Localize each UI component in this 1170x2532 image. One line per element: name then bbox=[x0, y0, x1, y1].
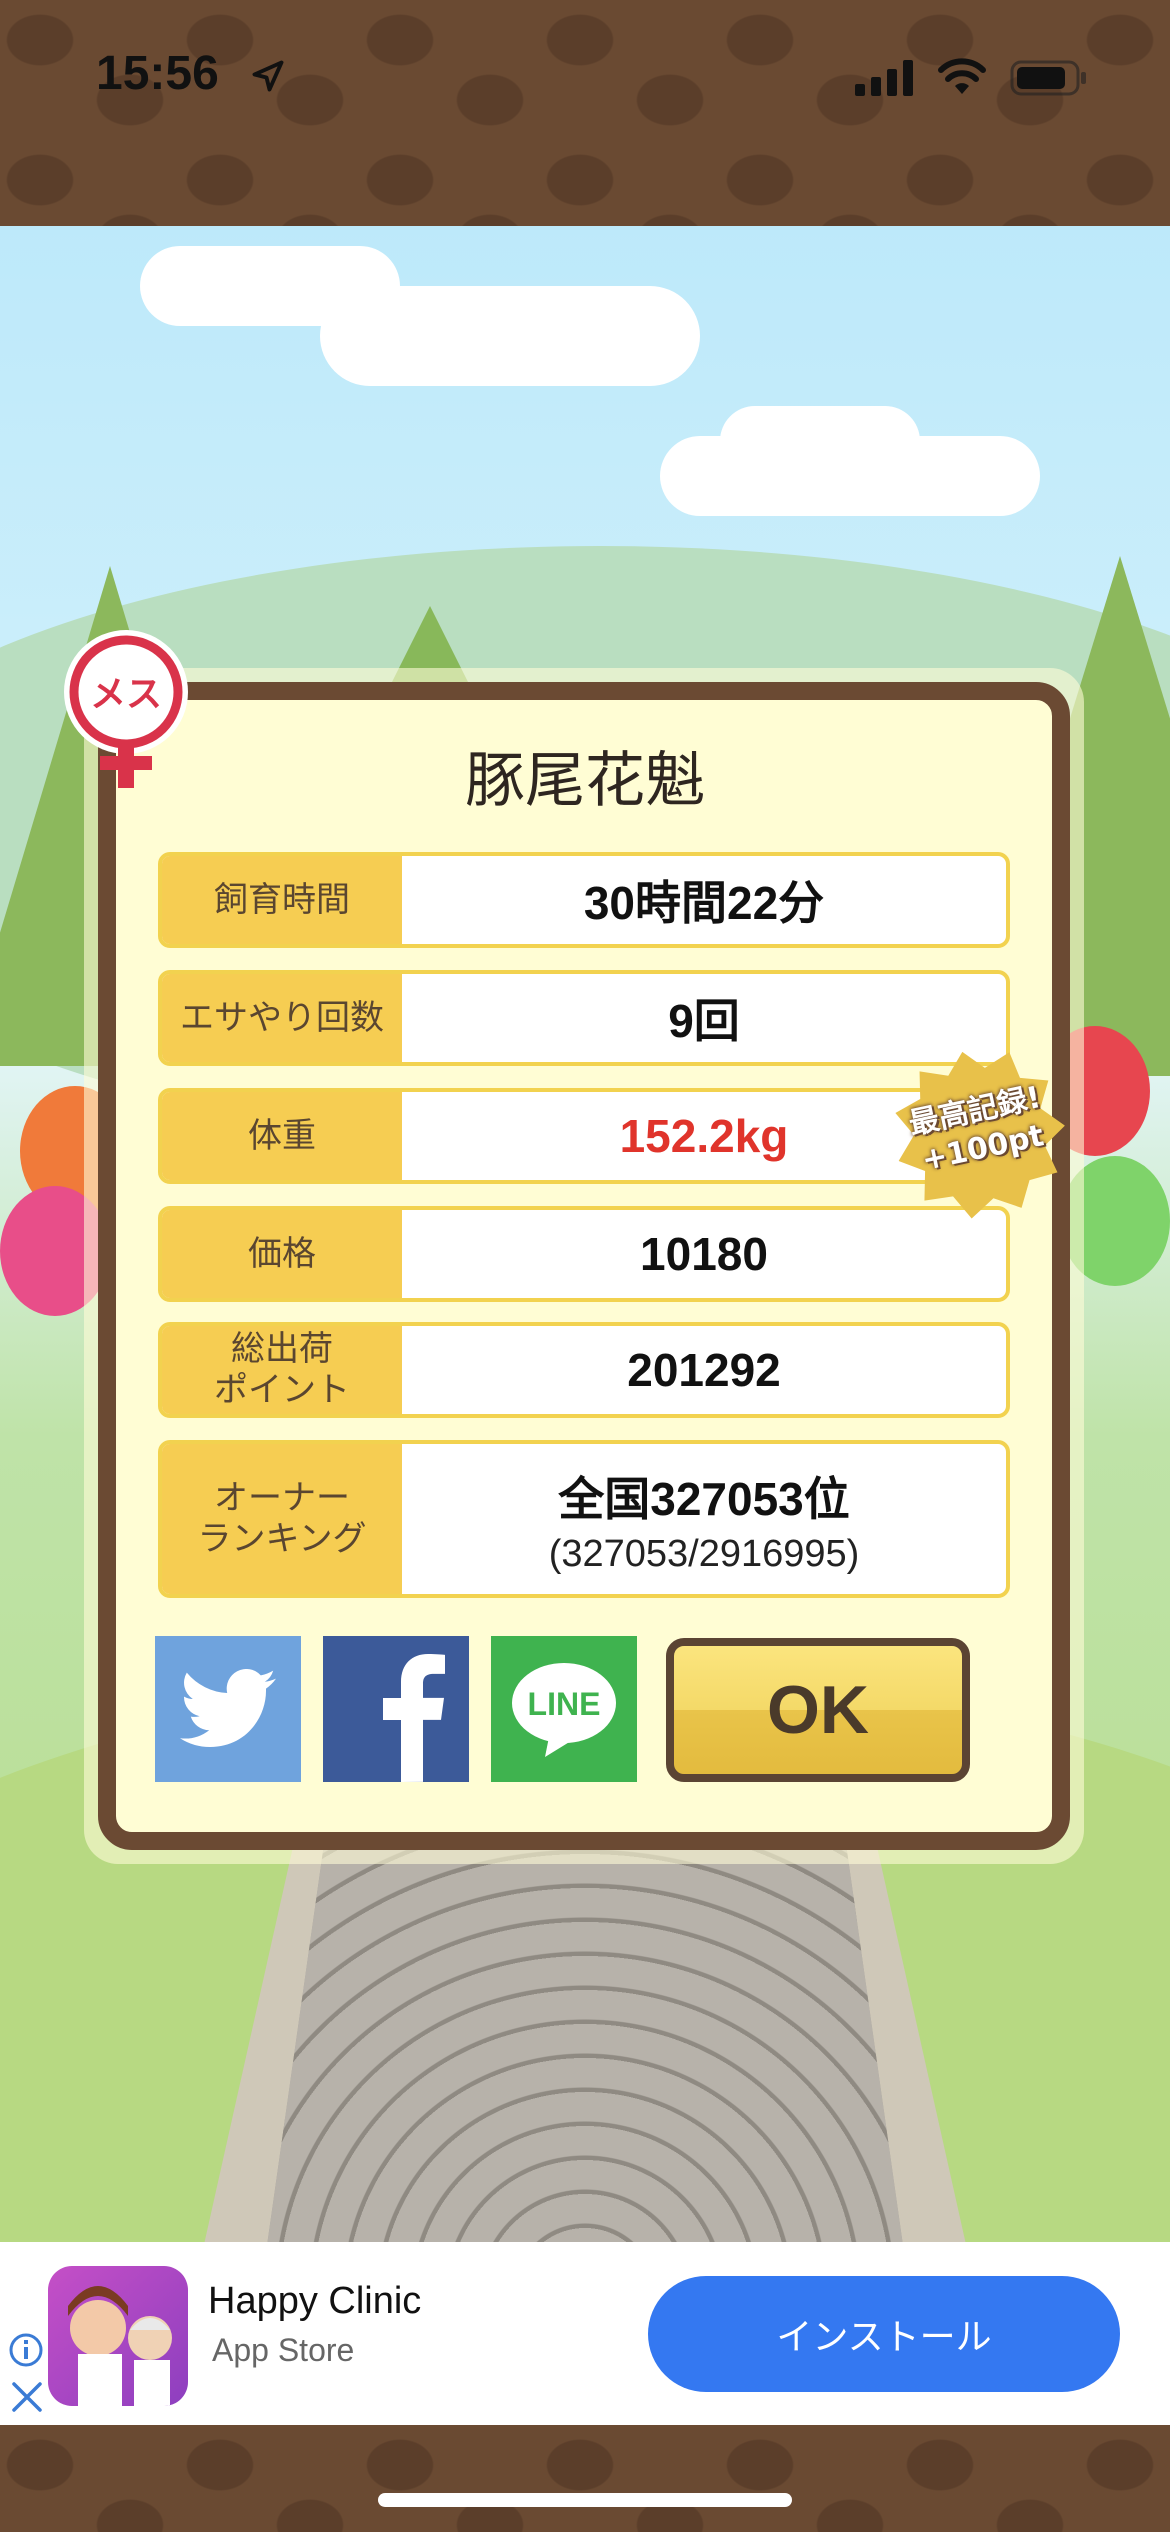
wifi-icon bbox=[938, 58, 986, 94]
status-bar: 15:56 bbox=[0, 0, 1170, 150]
cellular-signal-icon bbox=[855, 60, 913, 96]
stat-label: オーナー ランキング bbox=[162, 1444, 402, 1594]
line-app-icon: LINE bbox=[512, 1663, 616, 1757]
ad-banner[interactable]: Happy Clinic App Store インストール bbox=[0, 2242, 1170, 2425]
stat-row-weight: 体重 152.2kg bbox=[158, 1088, 1010, 1184]
bottom-pattern-bar bbox=[0, 2425, 1170, 2532]
status-time: 15:56 bbox=[96, 47, 219, 100]
ad-app-icon[interactable] bbox=[48, 2266, 188, 2406]
stat-value: 9回 bbox=[668, 995, 740, 1047]
stat-row-shipping-points: 総出荷 ポイント 201292 bbox=[158, 1322, 1010, 1418]
ad-store-name: App Store bbox=[212, 2332, 355, 2368]
ranking-value: 全国327053位 (327053/2916995) bbox=[402, 1444, 1006, 1594]
ok-button[interactable]: OK bbox=[666, 1638, 970, 1782]
ad-close-icon[interactable] bbox=[10, 2380, 44, 2414]
twitter-bird-icon bbox=[180, 1669, 276, 1747]
battery-icon bbox=[1010, 60, 1086, 96]
stat-label: エサやり回数 bbox=[162, 974, 402, 1062]
ranking-position: 全国327053位 bbox=[558, 1472, 850, 1525]
stat-row-breeding-time: 飼育時間 30時間22分 bbox=[158, 852, 1010, 948]
stat-label: 飼育時間 bbox=[162, 856, 402, 944]
pig-name-title: 豚尾花魁 bbox=[465, 746, 705, 816]
stat-row-feed-count: エサやり回数 9回 bbox=[158, 970, 1010, 1066]
ad-info-icon[interactable] bbox=[8, 2332, 44, 2368]
ad-title: Happy Clinic bbox=[208, 2280, 422, 2322]
location-arrow-icon bbox=[252, 60, 284, 92]
facebook-f-icon bbox=[383, 1654, 445, 1782]
stat-row-price: 価格 10180 bbox=[158, 1206, 1010, 1302]
stat-row-owner-ranking: オーナー ランキング 全国327053位 (327053/2916995) bbox=[158, 1440, 1010, 1598]
stat-label: 体重 bbox=[162, 1092, 402, 1180]
line-icon-text: LINE bbox=[528, 1686, 601, 1722]
line-share-button[interactable]: LINE bbox=[491, 1636, 637, 1782]
stat-label: 総出荷 ポイント bbox=[162, 1326, 402, 1414]
stat-label: 価格 bbox=[162, 1210, 402, 1298]
stat-value: 201292 bbox=[627, 1344, 781, 1396]
stat-value: 30時間22分 bbox=[583, 877, 825, 929]
install-button[interactable]: インストール bbox=[648, 2276, 1120, 2392]
home-indicator[interactable] bbox=[378, 2493, 792, 2507]
gender-badge-text: メス bbox=[90, 674, 162, 715]
twitter-share-button[interactable] bbox=[155, 1636, 301, 1782]
ranking-detail: (327053/2916995) bbox=[548, 1532, 860, 1575]
record-badge: 最高記録! +100pt bbox=[879, 1034, 1081, 1236]
facebook-share-button[interactable] bbox=[323, 1636, 469, 1782]
nurse-character-icon bbox=[68, 2286, 172, 2406]
